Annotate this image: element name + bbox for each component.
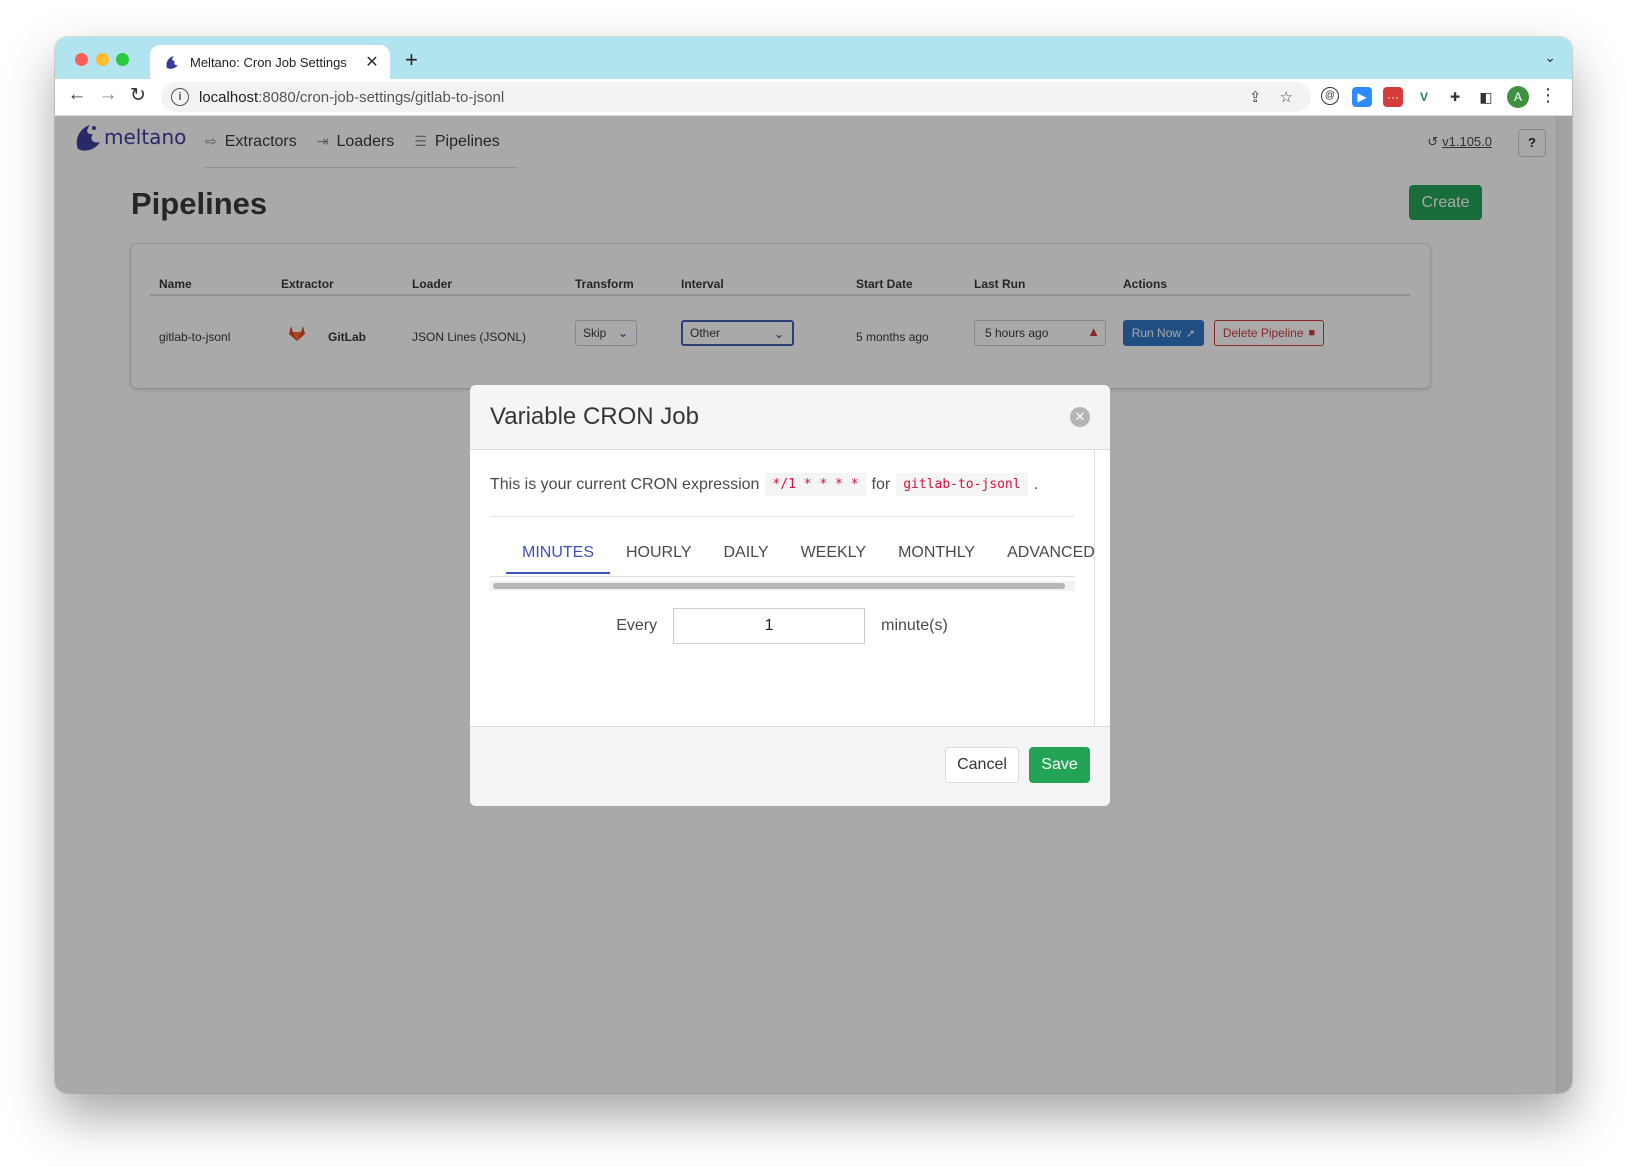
share-icon[interactable]: ⇪ (1249, 88, 1262, 106)
tab-daily[interactable]: DAILY (708, 544, 785, 574)
cancel-button[interactable]: Cancel (945, 747, 1019, 783)
browser-tab-active[interactable]: Meltano: Cron Job Settings ✕ (150, 45, 390, 79)
new-tab-button[interactable]: + (405, 47, 418, 73)
bookmark-star-icon[interactable]: ☆ (1280, 88, 1293, 106)
tab-advanced[interactable]: ADVANCED (991, 544, 1110, 574)
tab-hourly[interactable]: HOURLY (610, 544, 708, 574)
extension-zoom-icon[interactable]: ▶ (1352, 87, 1372, 107)
tab-close-icon[interactable]: ✕ (360, 52, 384, 72)
url-text[interactable]: localhost:8080/cron-job-settings/gitlab-… (199, 89, 1249, 106)
site-info-icon[interactable]: i (171, 88, 189, 106)
every-minutes-row: Every minute(s) (470, 608, 1094, 644)
modal-footer: Cancel Save (470, 726, 1110, 806)
modal-close-icon[interactable]: ✕ (1070, 407, 1090, 427)
side-panel-icon[interactable]: ◧ (1476, 87, 1496, 107)
tabs-divider (490, 576, 1075, 577)
every-label: Every (616, 617, 658, 634)
tab-weekly[interactable]: WEEKLY (785, 544, 883, 574)
extensions-puzzle-icon[interactable]: ✚ (1445, 87, 1465, 107)
tabs-scrollbar[interactable] (490, 581, 1075, 591)
pipeline-name-code: gitlab-to-jsonl (896, 473, 1028, 496)
save-button[interactable]: Save (1029, 747, 1090, 783)
cron-tabs: MINUTES HOURLY DAILY WEEKLY MONTHLY ADVA… (506, 544, 1110, 574)
modal-title: Variable CRON Job (490, 403, 699, 430)
browser-menu-icon[interactable]: ⋮ (1539, 85, 1557, 106)
unit-label: minute(s) (881, 617, 948, 634)
extension-password-icon[interactable]: @ (1321, 87, 1339, 105)
profile-avatar[interactable]: A (1507, 86, 1529, 108)
cron-expression-for: for (871, 475, 891, 493)
tab-search-chevron-icon[interactable]: ⌄ (1544, 49, 1556, 66)
extension-dots-icon[interactable]: ··· (1383, 87, 1403, 107)
cron-expression-suffix: . (1033, 475, 1039, 493)
cron-job-modal: Variable CRON Job ✕ This is your current… (470, 385, 1110, 806)
browser-toolbar: ← → ↻ i localhost:8080/cron-job-settings… (55, 79, 1572, 116)
tabs-scrollbar-thumb[interactable] (493, 583, 1065, 589)
tab-monthly[interactable]: MONTHLY (882, 544, 991, 574)
cron-expression-line: This is your current CRON expression */1… (490, 473, 1038, 496)
reload-icon[interactable]: ↻ (126, 84, 150, 107)
modal-body: This is your current CRON expression */1… (470, 450, 1095, 726)
tab-minutes[interactable]: MINUTES (506, 544, 610, 574)
page-content: meltano ⇨ Extractors ⇥ Loaders ☰ Pipelin… (55, 116, 1572, 1093)
address-bar[interactable]: i localhost:8080/cron-job-settings/gitla… (161, 82, 1311, 112)
modal-header: Variable CRON Job ✕ (470, 385, 1110, 450)
extension-vue-icon[interactable]: V (1414, 87, 1434, 107)
browser-window: Meltano: Cron Job Settings ✕ + ⌄ ← → ↻ i… (55, 37, 1572, 1093)
tab-title: Meltano: Cron Job Settings (190, 54, 347, 70)
close-window-button[interactable] (75, 53, 88, 66)
body-divider (490, 516, 1075, 517)
minimize-window-button[interactable] (96, 53, 109, 66)
minutes-input[interactable] (673, 608, 866, 644)
cron-expression-prefix: This is your current CRON expression (490, 475, 760, 493)
forward-arrow-icon[interactable]: → (96, 84, 120, 106)
meltano-favicon-icon (164, 54, 180, 70)
back-arrow-icon[interactable]: ← (65, 84, 89, 106)
cron-expression-code: */1 * * * * (765, 473, 866, 496)
tab-strip: Meltano: Cron Job Settings ✕ + ⌄ (55, 37, 1572, 79)
maximize-window-button[interactable] (116, 53, 129, 66)
